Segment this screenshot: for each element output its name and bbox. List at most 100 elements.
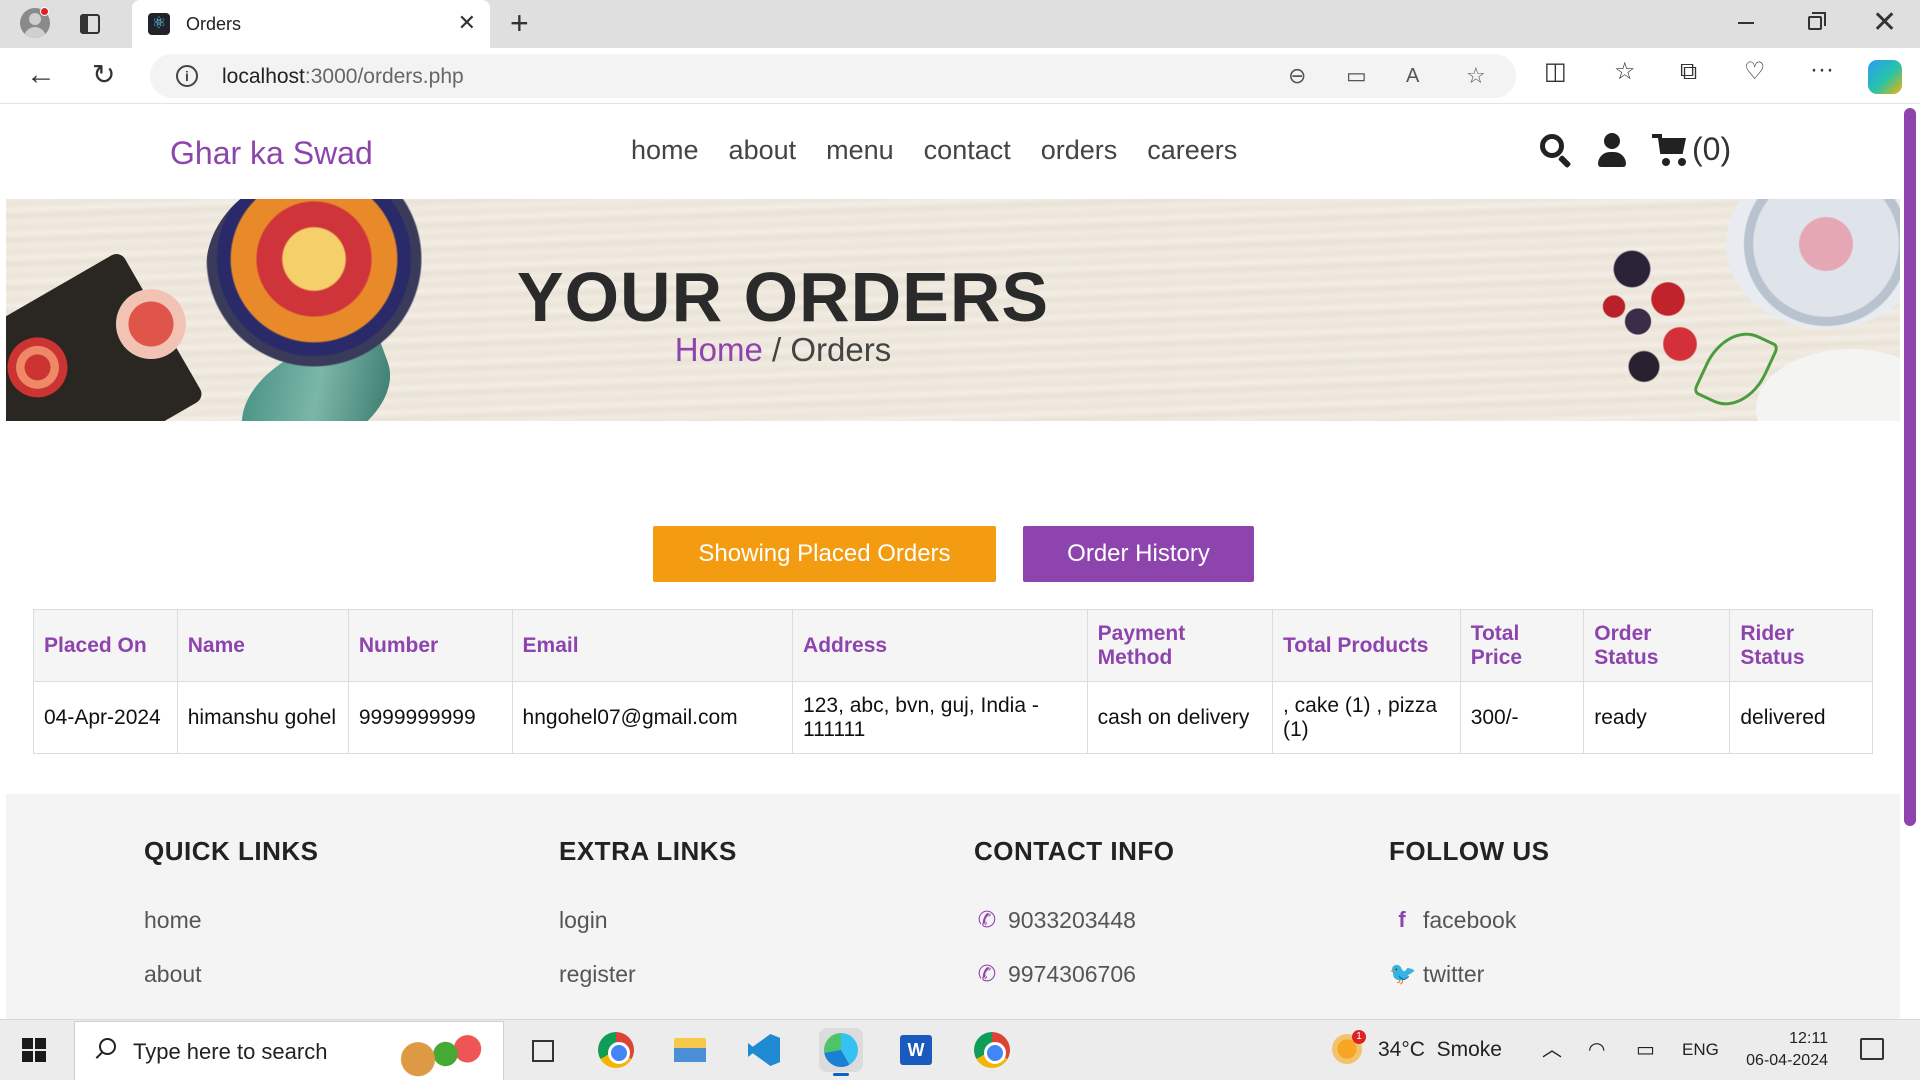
nav-about[interactable]: about — [729, 135, 797, 166]
taskbar-search-icon — [95, 1038, 117, 1060]
order-history-button[interactable]: Order History — [1023, 526, 1254, 582]
footer-link-login[interactable]: login — [559, 907, 737, 933]
footer-extra-links: EXTRA LINKS login register — [559, 836, 737, 987]
more-menu-icon[interactable]: ··· — [1810, 56, 1834, 84]
word-icon[interactable] — [894, 1028, 938, 1072]
header-email: Email — [511, 609, 794, 682]
cell-email: hngohel07@gmail.com — [511, 681, 794, 754]
phone-icon: ✆ — [977, 907, 997, 932]
footer-link-label: 9974306706 — [1008, 960, 1136, 987]
reader-card-icon[interactable]: ▭ — [1346, 64, 1367, 88]
footer-phone-2[interactable]: ✆ 9974306706 — [974, 961, 1175, 987]
footer-twitter-link[interactable]: 🐦 twitter — [1389, 961, 1549, 987]
zoom-out-icon[interactable]: ⊖ — [1288, 64, 1306, 88]
back-icon[interactable]: ← — [26, 58, 56, 92]
cart-button[interactable]: (0) — [1652, 129, 1731, 169]
hero-bowl-image — [1726, 199, 1900, 329]
browser-essentials-icon[interactable]: ♡ — [1744, 58, 1766, 86]
search-icon[interactable] — [1538, 132, 1574, 169]
edge-icon[interactable] — [819, 1028, 863, 1076]
site-logo[interactable]: Ghar ka Swad — [170, 135, 373, 172]
window-restore-icon[interactable] — [1808, 12, 1826, 30]
footer-link-label: 9033203448 — [1008, 906, 1136, 933]
footer-link-about[interactable]: about — [144, 961, 319, 987]
site-info-icon[interactable]: i — [176, 65, 198, 87]
tab-close-icon[interactable]: ✕ — [458, 10, 476, 36]
browser-tab-bar: ⚛ Orders ✕ + ✕ — [0, 0, 1920, 48]
favorite-star-icon[interactable]: ☆ — [1466, 64, 1486, 88]
battery-icon[interactable]: ▭ — [1636, 1038, 1655, 1062]
windows-start-icon[interactable] — [22, 1038, 46, 1062]
cell-order-status: ready — [1583, 681, 1731, 754]
nav-careers[interactable]: careers — [1147, 135, 1237, 166]
footer-facebook-link[interactable]: f facebook — [1389, 907, 1549, 933]
address-bar[interactable]: i localhost:3000/orders.php ⊖ ▭ A ☆ — [150, 54, 1516, 98]
breadcrumb-home-link[interactable]: Home — [675, 331, 763, 368]
tab-actions-icon[interactable] — [80, 14, 100, 34]
chrome-profile-icon[interactable] — [970, 1028, 1014, 1072]
window-close-icon[interactable]: ✕ — [1872, 6, 1897, 40]
cart-count: (0) — [1692, 130, 1732, 167]
user-icon[interactable] — [1595, 131, 1629, 169]
page-viewport: Ghar ka Swad home about menu contact ord… — [6, 105, 1900, 1019]
browser-toolbar: ← ↻ i localhost:3000/orders.php ⊖ ▭ A ☆ … — [0, 48, 1920, 104]
wifi-icon[interactable]: ◠ — [1588, 1038, 1605, 1062]
task-view-icon[interactable] — [520, 1028, 564, 1072]
footer-link-label: facebook — [1423, 906, 1517, 933]
site-header: Ghar ka Swad home about menu contact ord… — [6, 105, 1900, 199]
chevron-up-icon[interactable]: ︿ — [1542, 1038, 1562, 1062]
page-scrollbar-thumb[interactable] — [1904, 108, 1916, 826]
footer-heading: FOLLOW US — [1389, 836, 1550, 866]
footer-link-register[interactable]: register — [559, 961, 737, 987]
split-screen-icon[interactable]: ◫ — [1544, 58, 1567, 86]
refresh-icon[interactable]: ↻ — [92, 58, 115, 92]
weather-badge: 1 — [1352, 1030, 1366, 1044]
window-minimize-icon[interactable] — [1738, 22, 1754, 24]
nav-menu[interactable]: menu — [826, 135, 894, 166]
weather-text[interactable]: 34°C Smoke — [1378, 1038, 1502, 1062]
url-host: localhost — [222, 65, 305, 88]
react-favicon-icon: ⚛ — [148, 13, 170, 35]
tab-title: Orders — [186, 14, 242, 34]
footer-heading: QUICK LINKS — [144, 836, 319, 866]
browser-tab-orders[interactable]: ⚛ Orders ✕ — [132, 0, 490, 48]
placed-orders-button[interactable]: Showing Placed Orders — [653, 526, 996, 582]
new-tab-icon[interactable]: + — [510, 6, 529, 40]
header-order-status: Order Status — [1583, 609, 1731, 682]
file-explorer-icon[interactable] — [668, 1028, 712, 1072]
notifications-icon[interactable] — [1860, 1038, 1884, 1060]
language-indicator[interactable]: ENG — [1682, 1040, 1719, 1060]
nav-contact[interactable]: contact — [924, 135, 1011, 166]
cell-total-products: , cake (1) , pizza (1) — [1271, 681, 1461, 754]
profile-notification-dot — [40, 7, 49, 16]
hero-teapot-image — [1756, 349, 1900, 421]
site-footer: QUICK LINKS home about EXTRA LINKS login… — [6, 794, 1900, 1019]
breadcrumb: Home / Orders — [6, 331, 1560, 369]
url-text[interactable]: localhost:3000/orders.php — [222, 65, 464, 89]
footer-link-home[interactable]: home — [144, 907, 319, 933]
header-rider-status: Rider Status — [1729, 609, 1873, 682]
collections-icon[interactable]: ⧉ — [1680, 58, 1697, 86]
cell-number: 9999999999 — [347, 681, 513, 754]
table-row: 04-Apr-2024 himanshu gohel 9999999999 hn… — [33, 681, 1873, 754]
cell-address: 123, abc, bvn, guj, India - 111111 — [792, 681, 1088, 754]
header-number: Number — [347, 609, 513, 682]
header-placed-on: Placed On — [33, 609, 178, 682]
clock[interactable]: 12:11 06-04-2024 — [1736, 1028, 1828, 1072]
orders-table: Placed On Name Number Email Address Paym… — [33, 609, 1873, 754]
nav-orders[interactable]: orders — [1041, 135, 1118, 166]
facebook-icon: f — [1398, 907, 1406, 932]
footer-heading: CONTACT INFO — [974, 836, 1175, 866]
nav-home[interactable]: home — [631, 135, 699, 166]
chrome-icon[interactable] — [594, 1028, 638, 1072]
footer-phone-1[interactable]: ✆ 9033203448 — [974, 907, 1175, 933]
footer-follow-us: FOLLOW US f facebook 🐦 twitter — [1389, 836, 1549, 987]
favorites-icon[interactable]: ☆ — [1614, 58, 1636, 86]
taskbar-search-placeholder: Type here to search — [133, 1039, 328, 1064]
copilot-icon[interactable] — [1868, 60, 1902, 94]
site-nav: home about menu contact orders careers — [631, 135, 1237, 166]
vscode-icon[interactable] — [742, 1028, 786, 1072]
clock-date: 06-04-2024 — [1746, 1052, 1828, 1069]
read-aloud-icon[interactable]: A — [1406, 64, 1419, 88]
taskbar-search-box[interactable]: Type here to search — [74, 1021, 504, 1080]
